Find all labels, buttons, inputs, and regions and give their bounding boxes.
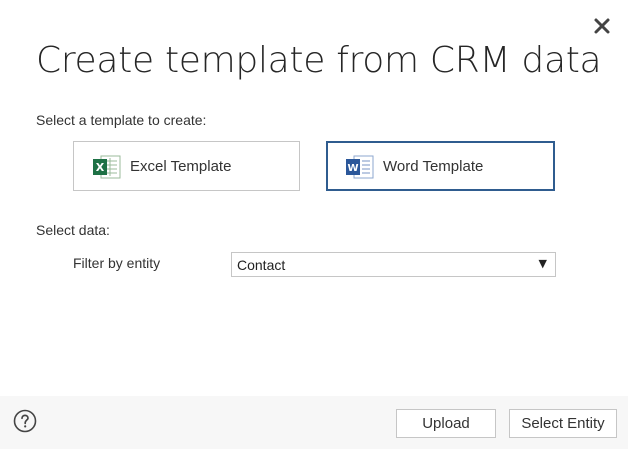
excel-template-label: Excel Template <box>130 158 232 175</box>
svg-text:X: X <box>96 161 105 174</box>
close-icon <box>594 18 610 34</box>
upload-button[interactable]: Upload <box>396 409 496 438</box>
select-entity-button[interactable]: Select Entity <box>509 409 617 438</box>
entity-select[interactable]: Contact ▼ <box>231 252 556 277</box>
svg-text:W: W <box>347 163 358 174</box>
word-icon: W <box>345 154 375 180</box>
excel-icon: X <box>92 154 122 180</box>
excel-template-button[interactable]: X Excel Template <box>73 141 300 191</box>
filter-by-entity-label: Filter by entity <box>73 255 161 271</box>
dialog-title: Create template from CRM data <box>36 40 602 81</box>
help-icon <box>13 409 37 433</box>
data-section-label: Select data: <box>36 222 110 238</box>
word-template-label: Word Template <box>383 158 484 175</box>
chevron-down-icon: ▼ <box>538 257 547 270</box>
template-section-label: Select a template to create: <box>36 112 207 128</box>
entity-select-value: Contact <box>237 257 286 273</box>
help-button[interactable] <box>13 409 37 433</box>
dialog-footer: Upload Select Entity <box>0 396 628 449</box>
close-button[interactable] <box>590 14 614 38</box>
word-template-button[interactable]: W Word Template <box>326 141 555 191</box>
